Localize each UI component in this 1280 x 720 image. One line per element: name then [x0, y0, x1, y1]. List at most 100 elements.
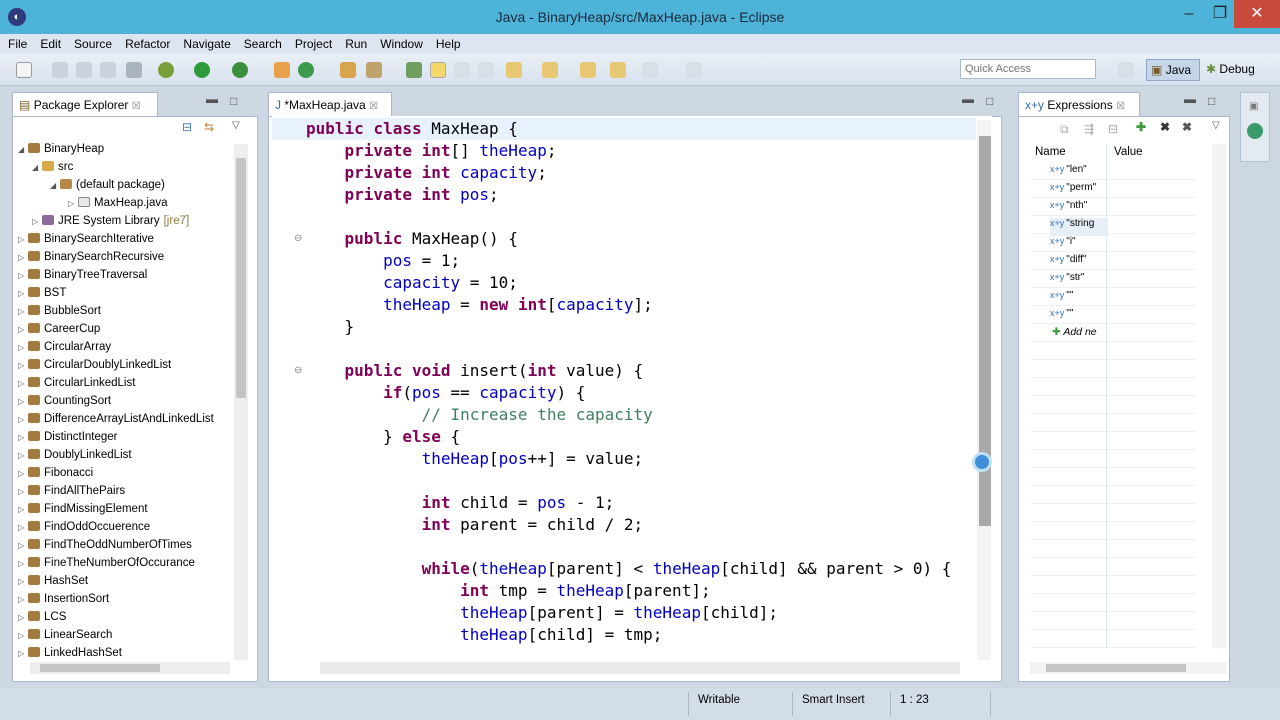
- skip-breakpoints-icon[interactable]: [126, 62, 142, 78]
- code-line[interactable]: int parent = child / 2;: [306, 514, 644, 536]
- tree-vscroll[interactable]: [234, 144, 248, 660]
- tree-item-project[interactable]: ▷ BubbleSort: [14, 302, 236, 320]
- expression-row[interactable]: x+y "": [1050, 290, 1108, 308]
- close-editor-icon[interactable]: ☒: [369, 101, 378, 112]
- code-line[interactable]: public void insert(int value) {: [306, 360, 644, 382]
- menu-source[interactable]: Source: [66, 34, 117, 51]
- open-type-icon[interactable]: [340, 62, 356, 78]
- collapsed-arrow-icon[interactable]: ▷: [18, 447, 28, 464]
- collapsed-arrow-icon[interactable]: ▷: [18, 573, 28, 590]
- tab-maxheap-java[interactable]: J *MaxHeap.java ☒: [268, 92, 392, 116]
- close-icon[interactable]: ✕: [1234, 0, 1280, 28]
- tree-item-project[interactable]: ▷ CircularArray: [14, 338, 236, 356]
- tree-item-project[interactable]: ▷ DifferenceArrayListAndLinkedList: [14, 410, 236, 428]
- expression-row[interactable]: x+y "diff": [1050, 254, 1108, 272]
- tree-item-project[interactable]: ▷ CircularLinkedList: [14, 374, 236, 392]
- remove-expression-icon[interactable]: ✖: [1160, 120, 1170, 134]
- collapsed-arrow-icon[interactable]: ▷: [18, 303, 28, 320]
- menu-help[interactable]: Help: [428, 34, 466, 51]
- collapsed-arrow-icon[interactable]: ▷: [18, 555, 28, 572]
- show-type-icon[interactable]: ⧉: [1060, 122, 1069, 137]
- link-editor-icon[interactable]: ⇆: [204, 120, 214, 134]
- save-icon[interactable]: [52, 62, 68, 78]
- tree-item-project[interactable]: ▷ HashSet: [14, 572, 236, 590]
- java-perspective-button[interactable]: ▣ Java: [1146, 59, 1200, 81]
- expressions-hscroll[interactable]: [1030, 662, 1226, 674]
- expressions-menu-icon[interactable]: ▽: [1212, 120, 1220, 131]
- print-icon[interactable]: [100, 62, 116, 78]
- code-line[interactable]: private int[] theHeap;: [306, 140, 557, 162]
- menu-navigate[interactable]: Navigate: [175, 34, 235, 51]
- collapsed-arrow-icon[interactable]: ▷: [18, 339, 28, 356]
- maximize-expressions-icon[interactable]: □: [1208, 94, 1215, 108]
- close-view-icon[interactable]: ☒: [132, 101, 141, 112]
- view-menu-icon[interactable]: ▽: [232, 120, 240, 131]
- collapsed-arrow-icon[interactable]: ▷: [18, 501, 28, 518]
- collapsed-arrow-icon[interactable]: ▷: [18, 231, 28, 248]
- back-icon[interactable]: [610, 62, 626, 78]
- expression-row[interactable]: x+y "perm": [1050, 182, 1108, 200]
- code-line[interactable]: if(pos == capacity) {: [306, 382, 585, 404]
- code-line[interactable]: pos = 1;: [306, 250, 460, 272]
- menu-search[interactable]: Search: [236, 34, 287, 51]
- collapsed-arrow-icon[interactable]: ▷: [18, 519, 28, 536]
- tree-item-project[interactable]: ▷ BinarySearchRecursive: [14, 248, 236, 266]
- code-line[interactable]: } else {: [306, 426, 460, 448]
- editor-hscroll[interactable]: [320, 662, 960, 674]
- tab-expressions[interactable]: x+y Expressions ☒: [1018, 92, 1140, 116]
- tree-item-project[interactable]: ▷ FineTheNumberOfOccurance: [14, 554, 236, 572]
- collapsed-arrow-icon[interactable]: ▷: [18, 375, 28, 392]
- outline-icon[interactable]: [1247, 123, 1263, 139]
- code-line[interactable]: theHeap[child] = tmp;: [306, 624, 662, 646]
- tree-item-project[interactable]: ▷ InsertionSort: [14, 590, 236, 608]
- maximize-icon[interactable]: ❐: [1206, 0, 1234, 28]
- block-selection-icon[interactable]: [454, 62, 470, 78]
- menu-project[interactable]: Project: [287, 34, 337, 51]
- pin-editor-icon[interactable]: [686, 62, 702, 78]
- tree-item-project[interactable]: ▷ CircularDoublyLinkedList: [14, 356, 236, 374]
- collapsed-arrow-icon[interactable]: ▷: [18, 591, 28, 608]
- expression-row[interactable]: x+y "len": [1050, 164, 1108, 182]
- code-line[interactable]: public class MaxHeap {: [306, 118, 518, 140]
- forward-icon[interactable]: [642, 62, 658, 78]
- debug-perspective-button[interactable]: ✱ Debug: [1202, 59, 1264, 81]
- tree-item-file[interactable]: ▷ MaxHeap.java: [14, 194, 236, 212]
- open-perspective-icon[interactable]: [1118, 62, 1134, 78]
- code-line[interactable]: }: [306, 316, 355, 338]
- code-line[interactable]: int child = pos - 1;: [306, 492, 615, 514]
- expression-row[interactable]: x+y "": [1050, 308, 1108, 326]
- new-class-icon[interactable]: [298, 62, 314, 78]
- code-line[interactable]: theHeap[parent] = theHeap[child];: [306, 602, 778, 624]
- tree-item-project[interactable]: ▷ CareerCup: [14, 320, 236, 338]
- collapsed-arrow-icon[interactable]: ▷: [18, 357, 28, 374]
- close-expressions-icon[interactable]: ☒: [1116, 101, 1125, 112]
- debug-icon[interactable]: [158, 62, 174, 78]
- tree-item-project[interactable]: ▷ LCS: [14, 608, 236, 626]
- tree-item-project[interactable]: ▷ FindMissingElement: [14, 500, 236, 518]
- tab-package-explorer[interactable]: ▤ Package Explorer ☒: [12, 92, 158, 116]
- tree-vscroll-thumb[interactable]: [236, 158, 246, 398]
- expressions-hscroll-thumb[interactable]: [1046, 664, 1186, 672]
- run-icon[interactable]: [194, 62, 210, 78]
- show-whitespace-icon[interactable]: [478, 62, 494, 78]
- mark-occurrences-icon[interactable]: [430, 62, 446, 78]
- add-new-expression[interactable]: ✚ Add ne: [1052, 326, 1108, 338]
- menu-refactor[interactable]: Refactor: [117, 34, 175, 51]
- tree-item-folder[interactable]: ◢ src: [14, 158, 236, 176]
- save-all-icon[interactable]: [76, 62, 92, 78]
- tree-item-library[interactable]: ▷ JRE System Library [jre7]: [14, 212, 236, 230]
- run-external-icon[interactable]: [232, 62, 248, 78]
- tree-item-project[interactable]: ▷ BinaryTreeTraversal: [14, 266, 236, 284]
- fold-toggle-icon[interactable]: ⊖: [294, 233, 302, 244]
- collapsed-arrow-icon[interactable]: ▷: [32, 213, 42, 230]
- tree-item-project[interactable]: ▷ Fibonacci: [14, 464, 236, 482]
- minimize-view-icon[interactable]: ▬: [206, 92, 218, 106]
- minimize-icon[interactable]: –: [1172, 0, 1206, 28]
- tree-hscroll-thumb[interactable]: [40, 664, 160, 672]
- tree-item-project[interactable]: ▷ DistinctInteger: [14, 428, 236, 446]
- tree-item-package[interactable]: ◢ (default package): [14, 176, 236, 194]
- collapsed-arrow-icon[interactable]: ▷: [68, 195, 78, 212]
- code-line[interactable]: capacity = 10;: [306, 272, 518, 294]
- code-editor[interactable]: public class MaxHeap { private int[] the…: [272, 116, 992, 660]
- code-line[interactable]: theHeap = new int[capacity];: [306, 294, 653, 316]
